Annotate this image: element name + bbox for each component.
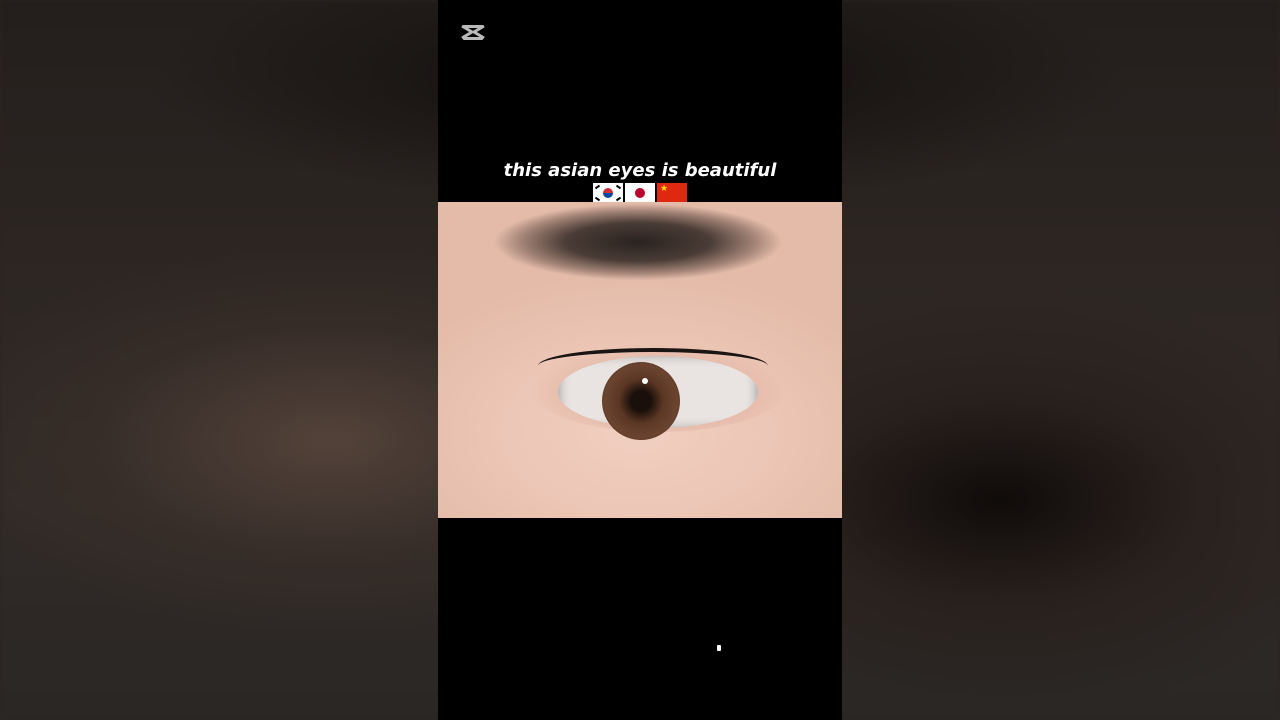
eye-closeup-image — [438, 202, 842, 518]
eyelashes — [538, 348, 768, 384]
capcut-logo-icon — [461, 24, 485, 40]
china-flag-icon: ★ — [657, 183, 687, 203]
south-korea-flag-icon — [593, 183, 623, 203]
japan-flag-icon — [625, 183, 655, 203]
video-player[interactable]: this asian eyes is beautiful ★ — [438, 0, 842, 720]
eyebrow — [448, 202, 808, 312]
indicator-dot — [717, 645, 721, 651]
video-caption: this asian eyes is beautiful — [503, 160, 777, 181]
